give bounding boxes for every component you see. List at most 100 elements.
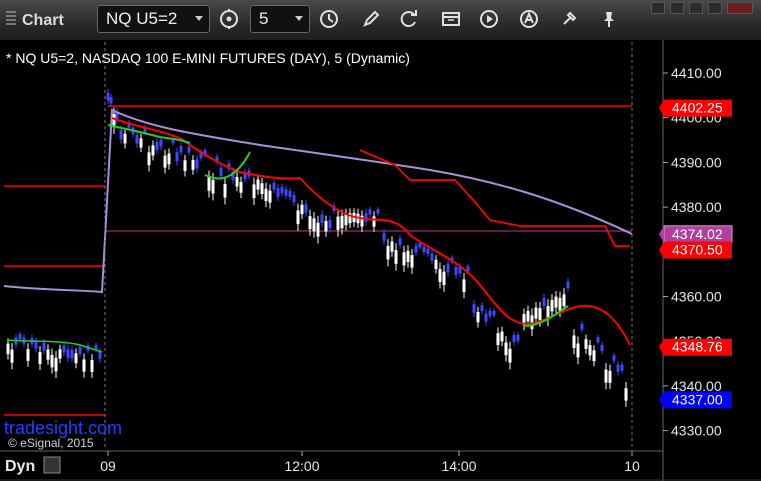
close-icon[interactable] bbox=[727, 2, 753, 14]
candle-body bbox=[418, 242, 422, 248]
lock-icon[interactable] bbox=[43, 456, 61, 474]
candle-body bbox=[462, 279, 466, 292]
interval-value: 5 bbox=[259, 9, 269, 28]
candle-body bbox=[624, 388, 628, 401]
candle-body bbox=[94, 345, 98, 350]
candle-body bbox=[296, 210, 300, 225]
candle-body bbox=[340, 215, 344, 229]
candle-body bbox=[147, 152, 151, 166]
candle-body bbox=[109, 97, 113, 104]
price-tag-label: 4402.25 bbox=[672, 100, 723, 116]
candle-body bbox=[175, 152, 179, 162]
candle-body bbox=[446, 263, 450, 273]
price-tag-label: 4337.00 bbox=[672, 391, 723, 407]
alert-icon[interactable] bbox=[516, 6, 542, 32]
candle-body bbox=[426, 248, 430, 255]
refresh-icon[interactable] bbox=[396, 6, 422, 32]
candle-body bbox=[410, 255, 414, 268]
candle-body bbox=[316, 222, 320, 237]
candle-body bbox=[558, 297, 562, 311]
help-icon[interactable] bbox=[651, 2, 665, 14]
candle-body bbox=[320, 214, 324, 223]
candle-body bbox=[584, 339, 588, 349]
chevron-down-icon[interactable] bbox=[295, 16, 303, 21]
candle-body bbox=[260, 183, 264, 194]
candle-body bbox=[119, 130, 123, 140]
candle-body bbox=[616, 364, 620, 372]
candle-body bbox=[550, 299, 554, 312]
time-tick-label: 12:00 bbox=[284, 458, 319, 474]
candle-body bbox=[82, 359, 86, 372]
candle-body bbox=[620, 364, 624, 371]
candle-body bbox=[328, 219, 332, 229]
play-icon[interactable] bbox=[476, 6, 502, 32]
candle-body bbox=[163, 155, 167, 168]
candle-body bbox=[183, 160, 187, 172]
candle-body bbox=[34, 341, 38, 349]
cycle-icon[interactable] bbox=[216, 6, 242, 32]
scale-mode-label[interactable]: Dyn bbox=[5, 458, 35, 475]
candle-body bbox=[151, 145, 155, 156]
candle-body bbox=[106, 92, 110, 101]
candle-body bbox=[336, 216, 340, 230]
symbol-value: NQ U5=2 bbox=[106, 9, 178, 28]
candle-body bbox=[344, 214, 348, 226]
candle-body bbox=[538, 308, 542, 321]
candle-body bbox=[308, 216, 312, 230]
candle-body bbox=[534, 307, 538, 319]
price-chart[interactable]: 4410.004400.004390.004380.004370.004360.… bbox=[0, 40, 761, 481]
candle-body bbox=[235, 176, 239, 187]
candle-body bbox=[376, 209, 380, 214]
candle-body bbox=[530, 315, 534, 330]
candle-body bbox=[442, 271, 446, 286]
minimize-icon[interactable] bbox=[689, 2, 703, 14]
candle-body bbox=[187, 146, 191, 153]
grip-icon[interactable] bbox=[6, 11, 16, 27]
candle-body bbox=[398, 238, 402, 246]
time-tick-label: 14:00 bbox=[441, 458, 476, 474]
tools-icon[interactable] bbox=[556, 6, 582, 32]
candle-body bbox=[159, 139, 163, 147]
candle-body bbox=[324, 220, 328, 232]
candle-body bbox=[42, 342, 46, 351]
symbol-input[interactable]: NQ U5=2 bbox=[97, 5, 210, 33]
candle-body bbox=[6, 343, 10, 355]
candle-body bbox=[135, 134, 139, 144]
price-tag-label: 4374.02 bbox=[672, 226, 723, 242]
candle-body bbox=[123, 133, 127, 144]
clock-icon[interactable] bbox=[316, 6, 342, 32]
chevron-down-icon[interactable] bbox=[195, 16, 203, 21]
pin-icon[interactable] bbox=[596, 6, 622, 32]
candle-body bbox=[496, 333, 500, 346]
candle-body bbox=[372, 216, 376, 227]
interval-select[interactable]: 5 bbox=[250, 5, 310, 33]
link-icon[interactable] bbox=[670, 2, 684, 14]
candle-body bbox=[454, 266, 458, 275]
maximize-icon[interactable] bbox=[708, 2, 722, 14]
candle-body bbox=[554, 296, 558, 308]
candle-body bbox=[438, 269, 442, 283]
candle-body bbox=[406, 250, 410, 263]
pencil-icon[interactable] bbox=[358, 6, 384, 32]
price-tag-label: 4348.76 bbox=[672, 339, 723, 355]
candle-body bbox=[58, 349, 62, 359]
candle-body bbox=[390, 241, 394, 252]
candle-body bbox=[368, 209, 372, 215]
candle-body bbox=[195, 159, 199, 169]
candle-body bbox=[207, 177, 211, 191]
price-tick-label: 4390.00 bbox=[671, 154, 722, 170]
candle-body bbox=[10, 349, 14, 363]
candle-body bbox=[70, 349, 74, 359]
candle-body bbox=[600, 344, 604, 352]
candle-body bbox=[414, 245, 418, 253]
candle-body bbox=[588, 345, 592, 356]
candle-body bbox=[430, 253, 434, 261]
candle-body bbox=[596, 337, 600, 343]
chart-window: Chart NQ U5=2 5 4410.00 4400.00 4390.00 … bbox=[0, 0, 761, 481]
candle-body bbox=[292, 195, 296, 203]
candle-body bbox=[98, 351, 102, 359]
candle-body bbox=[139, 138, 143, 148]
calendar-icon[interactable] bbox=[438, 6, 464, 32]
price-tick-label: 4330.00 bbox=[671, 423, 722, 439]
candle-body bbox=[504, 342, 508, 356]
